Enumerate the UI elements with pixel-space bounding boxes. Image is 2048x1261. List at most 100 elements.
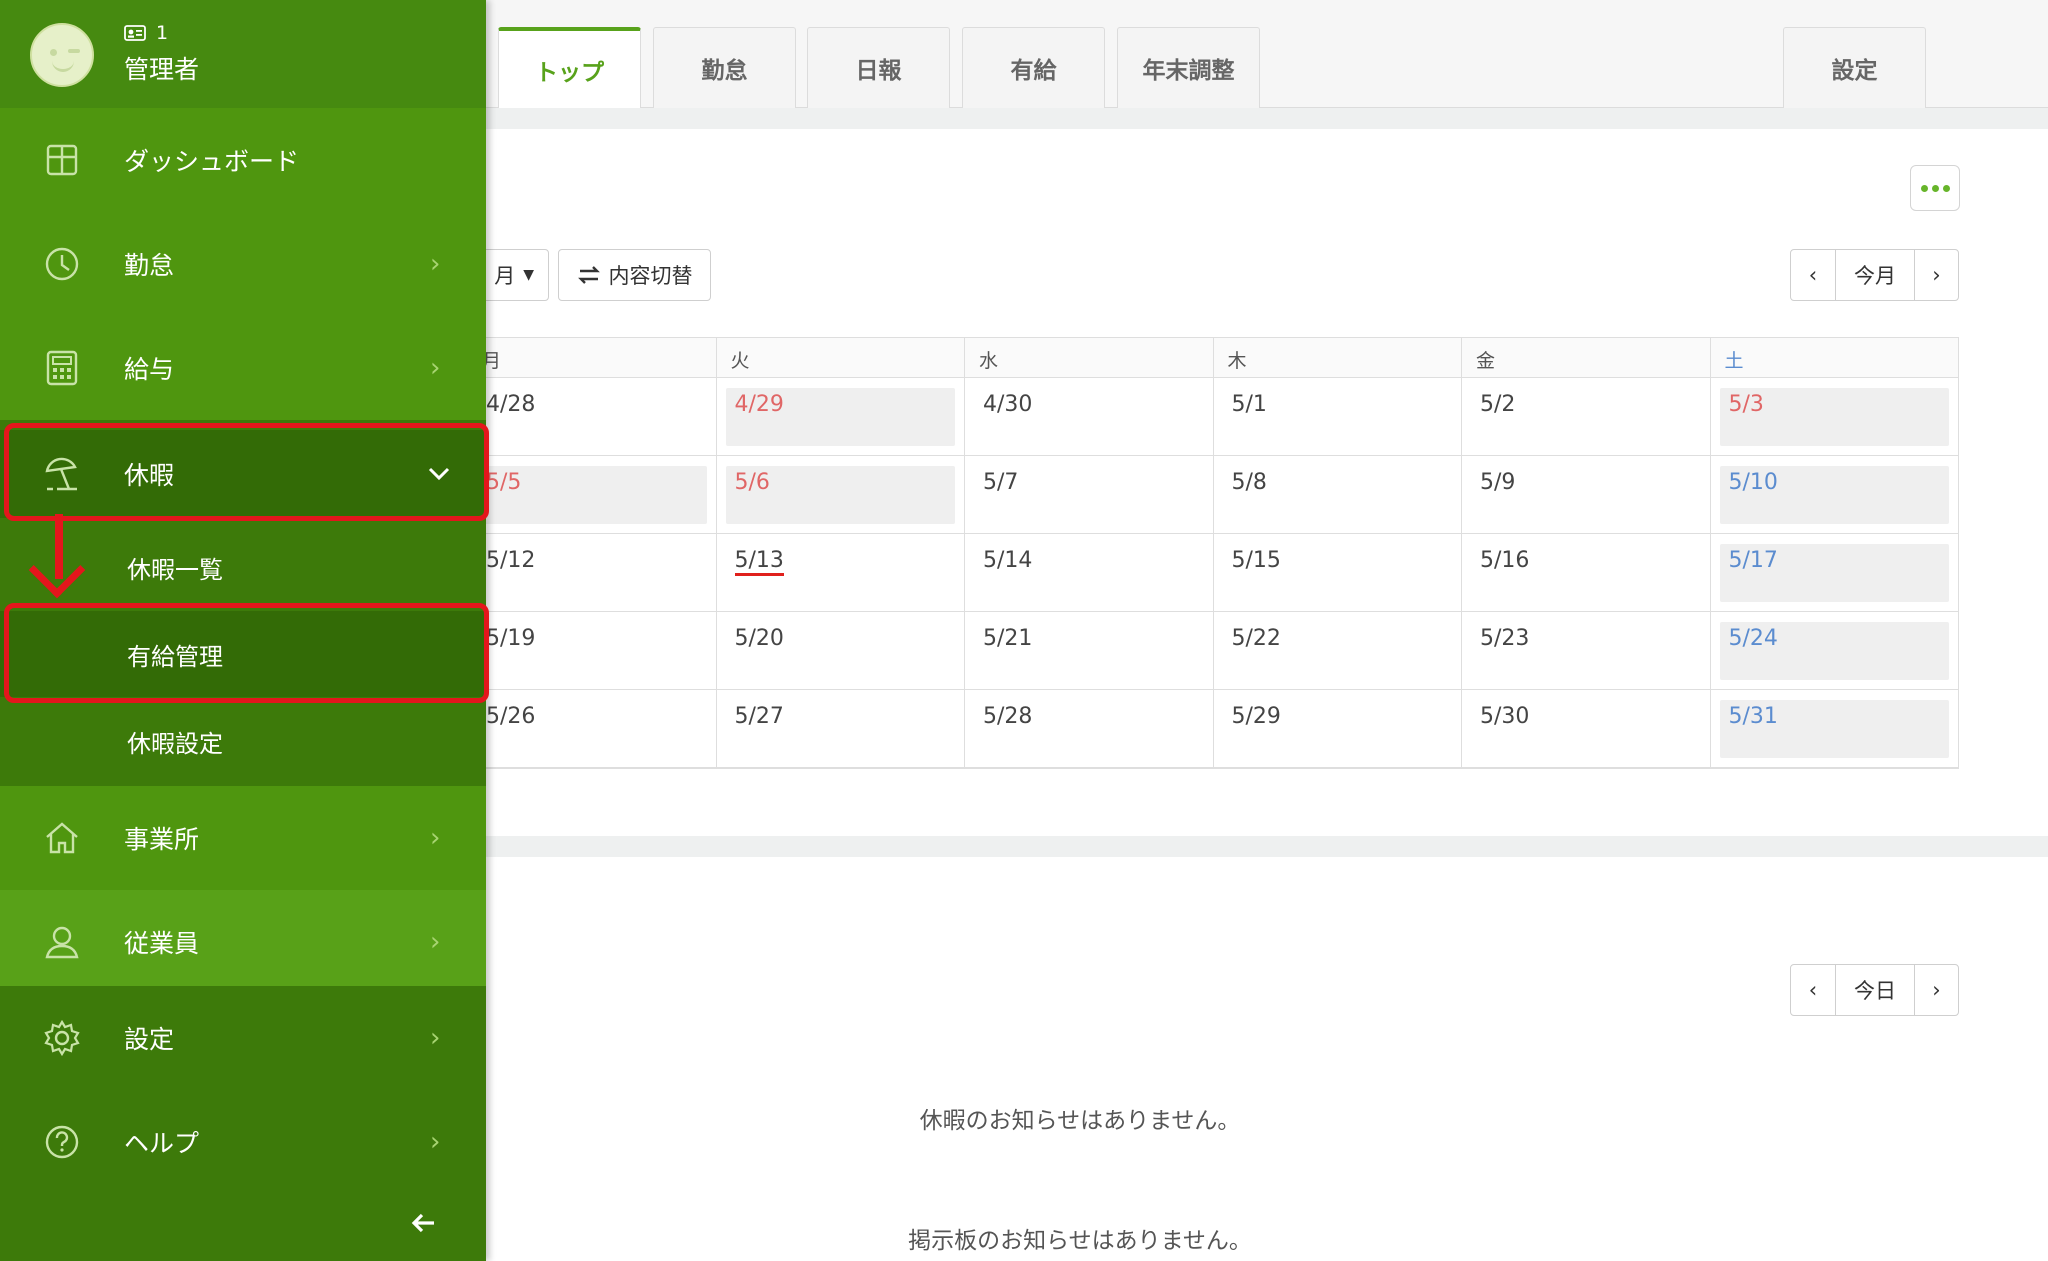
tab-settings[interactable]: 設定	[1783, 27, 1926, 108]
calendar-day[interactable]: 5/12	[477, 544, 707, 602]
calendar-day-cell: 5/9	[1461, 456, 1710, 533]
calendar-day-label: 5/28	[983, 704, 1033, 729]
calendar-day-cell: 5/2	[1461, 378, 1710, 455]
this-month-button[interactable]: 今月	[1835, 250, 1914, 300]
sidebar-item-label: 勤怠	[124, 251, 175, 280]
tab-attendance[interactable]: 勤怠	[653, 27, 796, 108]
sidebar-item-employees[interactable]: 従業員 ›	[0, 890, 486, 994]
calendar-day[interactable]: 5/6	[725, 466, 955, 524]
calendar-day-label: 5/26	[486, 704, 536, 729]
avatar	[30, 23, 94, 87]
calendar-day-cell: 5/17	[1709, 534, 1959, 611]
calendar-day[interactable]: 5/19	[477, 622, 707, 680]
today-button[interactable]: 今日	[1835, 965, 1914, 1015]
prev-month-button[interactable]: ‹	[1791, 250, 1835, 300]
calendar-day[interactable]: 5/16	[1471, 544, 1701, 602]
calendar-day-label: 5/21	[983, 626, 1033, 651]
calendar-day-cell: 5/29	[1212, 690, 1462, 767]
calendar-day-label: 5/5	[486, 470, 522, 495]
calendar-day[interactable]: 5/3	[1719, 388, 1949, 446]
calendar-day[interactable]: 5/27	[726, 700, 956, 758]
submenu-item-leave-settings[interactable]: 休暇設定	[0, 698, 486, 784]
calendar-day-label: 5/27	[734, 704, 784, 729]
calendar-day[interactable]: 5/5	[477, 466, 707, 524]
calendar-day[interactable]: 5/9	[1471, 466, 1701, 524]
chevron-right-icon: ›	[430, 823, 441, 853]
tab-year-end-adjustment[interactable]: 年末調整	[1117, 27, 1260, 108]
sidebar-item-settings[interactable]: 設定 ›	[0, 986, 486, 1090]
weekday-fri: 金	[1461, 338, 1710, 377]
calendar-day[interactable]: 5/28	[974, 700, 1204, 758]
calendar-day[interactable]: 5/21	[974, 622, 1204, 680]
weekday-tue: 火	[715, 338, 965, 377]
more-options-button[interactable]	[1910, 165, 1960, 211]
calendar-day-cell: 5/14	[964, 534, 1213, 611]
calendar-day[interactable]: 4/29	[725, 388, 955, 446]
prev-day-button[interactable]: ‹	[1791, 965, 1835, 1015]
calendar-day[interactable]: 4/30	[974, 388, 1204, 446]
calendar-day-label: 5/17	[1728, 548, 1778, 573]
calendar-day[interactable]: 5/2	[1471, 388, 1701, 446]
sidebar-item-payroll[interactable]: 給与 ›	[0, 316, 486, 420]
calendar-day-label: 5/30	[1480, 704, 1530, 729]
toggle-content-button[interactable]: 内容切替	[558, 249, 711, 301]
sidebar-item-attendance[interactable]: 勤怠 ›	[0, 212, 486, 316]
calendar-day-cell: 5/8	[1212, 456, 1462, 533]
chevron-right-icon: ›	[430, 927, 441, 957]
calendar-day-label: 5/1	[1231, 392, 1267, 417]
calendar-day-label: 5/13	[734, 548, 784, 576]
tab-paid-leave[interactable]: 有給	[962, 27, 1105, 108]
calendar-day[interactable]: 5/30	[1471, 700, 1701, 758]
calendar-day[interactable]: 5/1	[1223, 388, 1453, 446]
calendar-day-cell: 5/19	[467, 612, 716, 689]
gear-icon	[42, 1018, 82, 1058]
calendar-day-cell: 5/30	[1461, 690, 1710, 767]
calendar-day[interactable]: 5/29	[1223, 700, 1453, 758]
calendar-day[interactable]: 4/28	[477, 388, 707, 446]
calendar-day[interactable]: 5/15	[1223, 544, 1453, 602]
user-id: 1	[124, 22, 168, 44]
calendar-day[interactable]: 5/17	[1719, 544, 1949, 602]
submenu-item-paid-leave-management[interactable]: 有給管理	[0, 611, 486, 697]
calendar-day-cell: 4/28	[467, 378, 716, 455]
board-notice-empty: 掲示板のお知らせはありません。	[908, 1228, 1252, 1254]
sidebar-item-dashboard[interactable]: ダッシュボード	[0, 108, 486, 212]
calendar-day-cell: 5/26	[467, 690, 716, 767]
collapse-sidebar-button[interactable]	[410, 1212, 450, 1244]
calendar-day-label: 5/16	[1480, 548, 1530, 573]
calendar-grid: 月 火 水 木 金 土 4/28 4/29 4/30 5/1 5/2 5/3 5/5 5/6 5…	[466, 337, 1959, 769]
calendar-day-cell: 5/13	[715, 534, 965, 611]
leave-notice-empty: 休暇のお知らせはありません。	[919, 1108, 1241, 1134]
sidebar-item-leave[interactable]: 休暇	[0, 430, 486, 518]
chevron-right-icon: ›	[430, 1127, 441, 1157]
calendar-day-label: 5/9	[1480, 470, 1516, 495]
toggle-content-label: 内容切替	[608, 264, 693, 288]
sidebar-item-office[interactable]: 事業所 ›	[0, 786, 486, 890]
calendar-day[interactable]: 5/8	[1223, 466, 1453, 524]
calendar-day[interactable]: 5/10	[1719, 466, 1949, 524]
calendar-day[interactable]: 5/31	[1719, 700, 1949, 758]
calendar-day[interactable]: 5/14	[974, 544, 1204, 602]
sidebar-item-help[interactable]: ヘルプ ›	[0, 1090, 486, 1194]
calendar-day-label: 5/6	[734, 470, 770, 495]
arrow-left-icon	[410, 1212, 450, 1234]
calendar-day[interactable]: 5/20	[726, 622, 956, 680]
next-month-button[interactable]: ›	[1914, 250, 1958, 300]
calendar-day-cell: 5/27	[715, 690, 965, 767]
calendar-day[interactable]: 5/22	[1223, 622, 1453, 680]
tab-daily-report[interactable]: 日報	[807, 27, 950, 108]
next-day-button[interactable]: ›	[1914, 965, 1958, 1015]
weekday-mon: 月	[467, 338, 716, 377]
calendar-day[interactable]: 5/13	[726, 544, 956, 602]
calendar-week-row: 5/5 5/6 5/7 5/8 5/9 5/10	[467, 456, 1958, 534]
calendar-day[interactable]: 5/23	[1471, 622, 1701, 680]
calendar-day[interactable]: 5/24	[1719, 622, 1949, 680]
user-profile[interactable]: 1 管理者	[0, 0, 486, 108]
calendar-week-row: 4/28 4/29 4/30 5/1 5/2 5/3	[467, 378, 1958, 456]
home-icon	[42, 818, 82, 858]
calendar-day[interactable]: 5/26	[477, 700, 707, 758]
tab-top[interactable]: トップ	[498, 27, 641, 109]
calendar-day[interactable]: 5/7	[974, 466, 1204, 524]
chevron-right-icon: ›	[430, 353, 441, 383]
calendar-day-label: 5/29	[1231, 704, 1281, 729]
